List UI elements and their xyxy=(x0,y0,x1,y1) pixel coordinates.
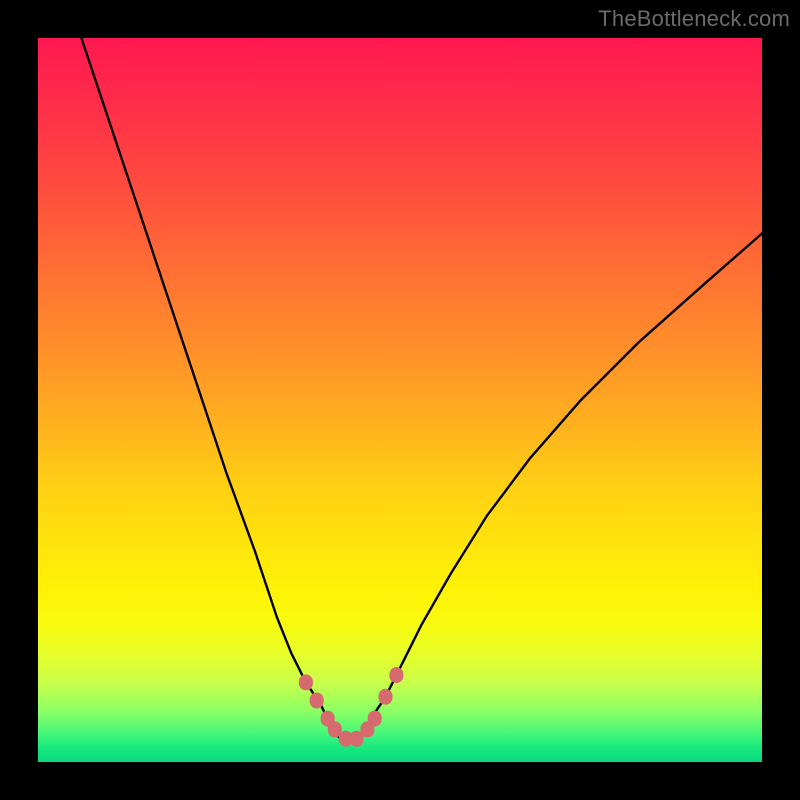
marker-point xyxy=(379,689,393,705)
marker-point xyxy=(310,693,324,709)
watermark-text: TheBottleneck.com xyxy=(598,6,790,32)
bottleneck-curve xyxy=(81,38,762,740)
plot-area xyxy=(38,38,762,762)
curve-layer xyxy=(38,38,762,762)
chart-frame: TheBottleneck.com xyxy=(0,0,800,800)
marker-point xyxy=(368,711,382,727)
marker-point xyxy=(299,674,313,690)
marker-point xyxy=(389,667,403,683)
highlight-markers xyxy=(299,667,404,747)
